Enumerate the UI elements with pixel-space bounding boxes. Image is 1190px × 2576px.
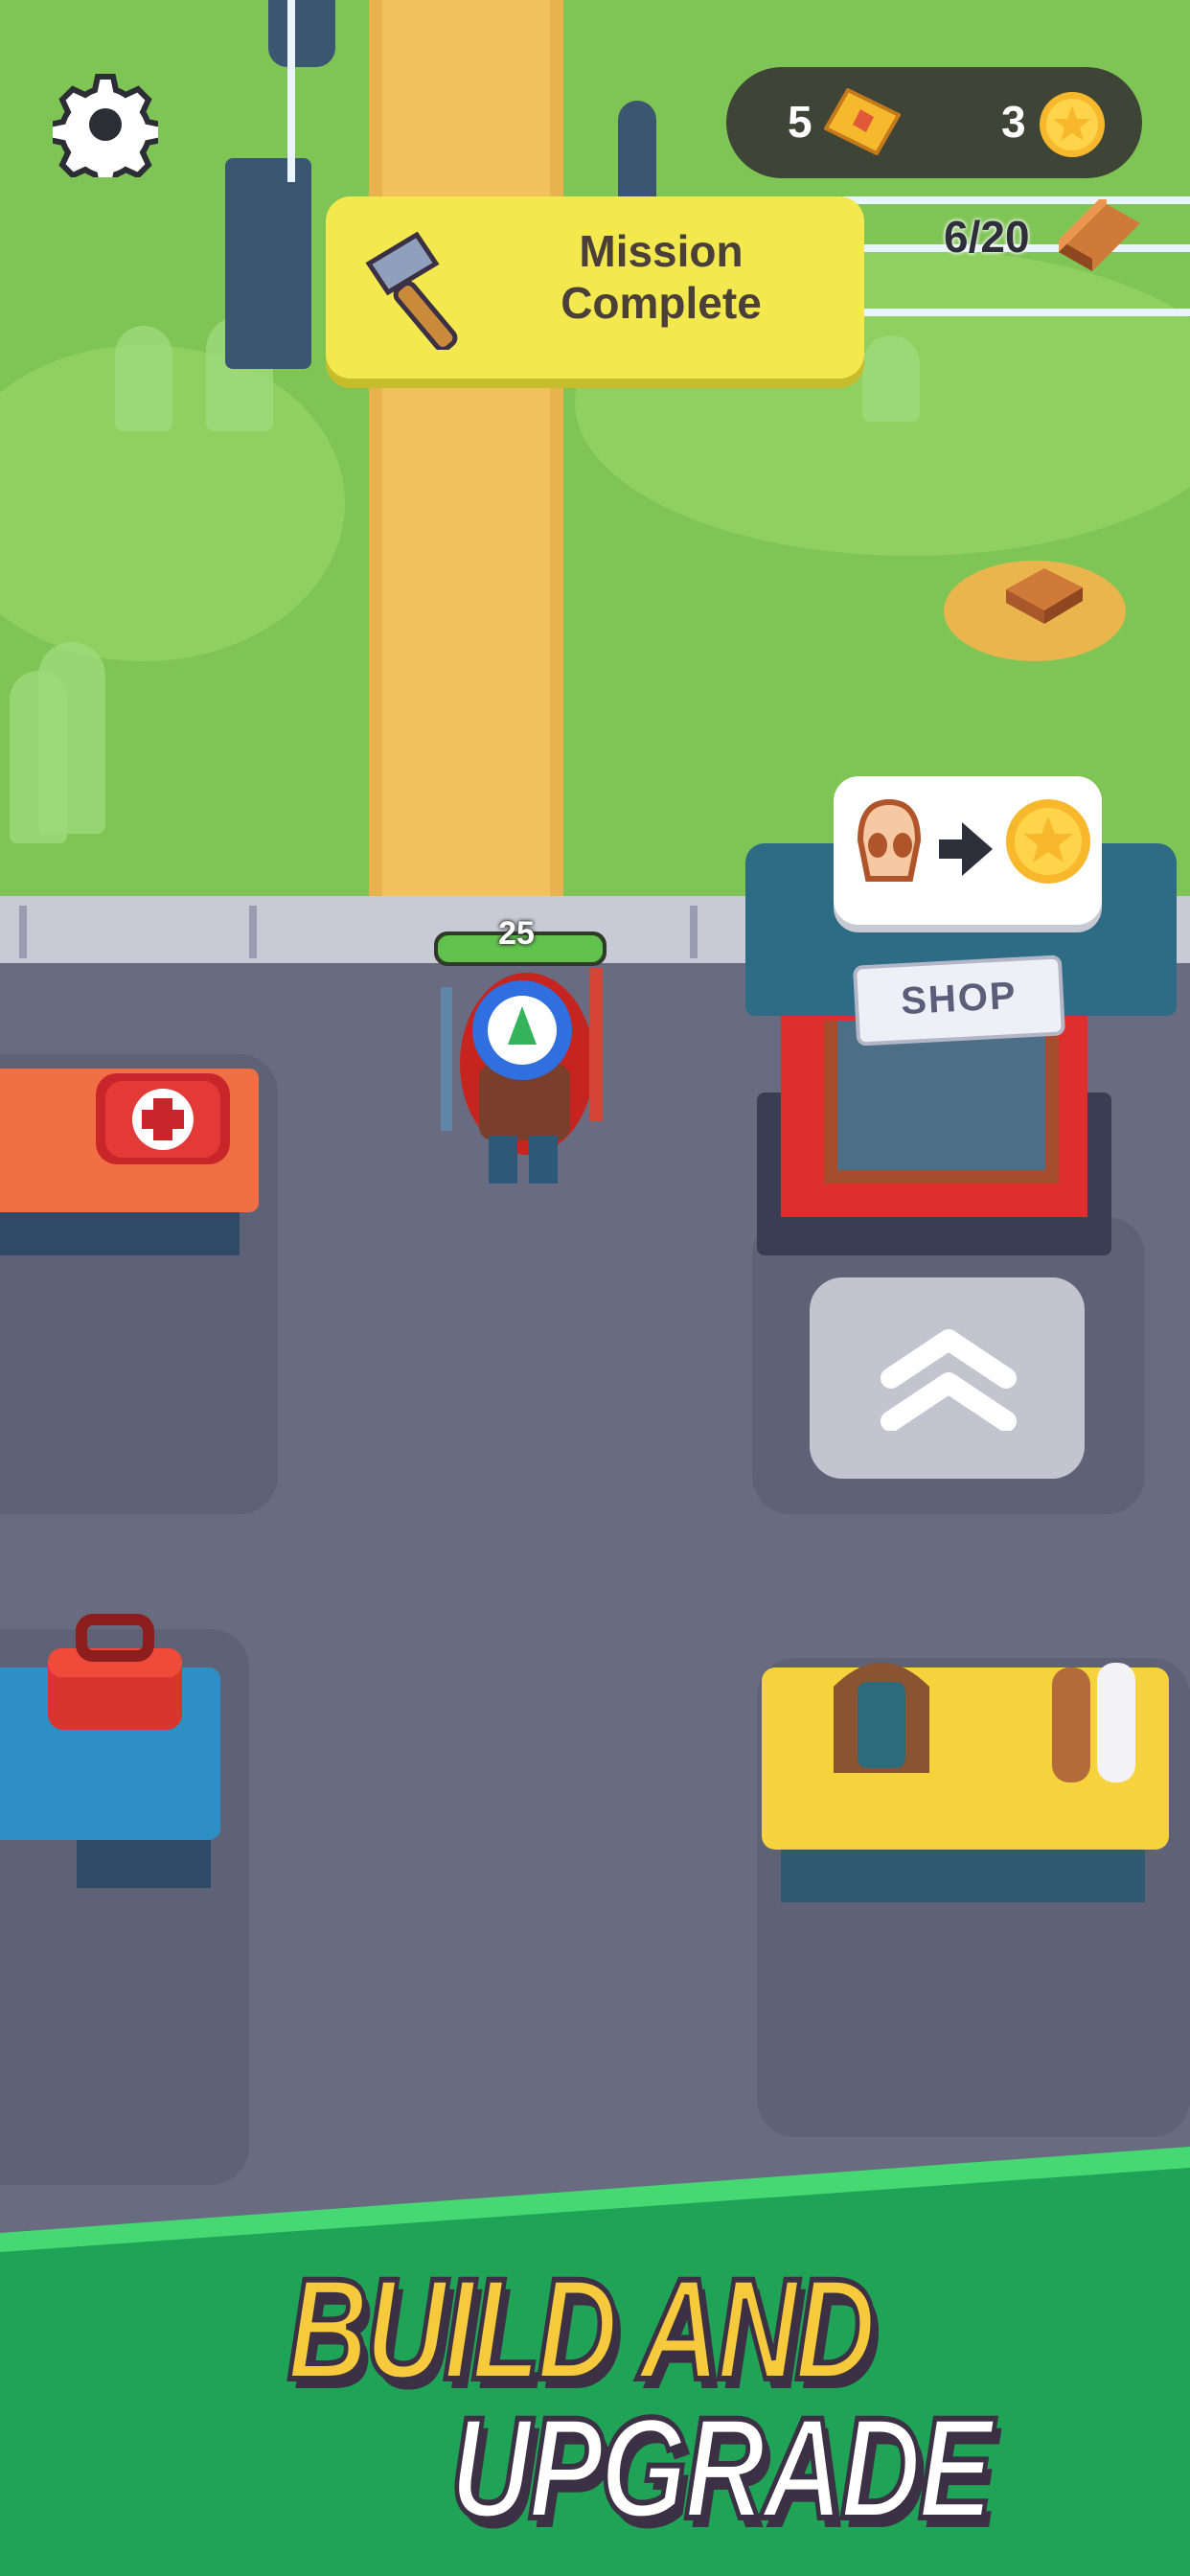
hammer-icon xyxy=(365,231,458,350)
skull-icon xyxy=(857,798,922,882)
tickets-count: 5 xyxy=(788,97,812,147)
coins-count: 3 xyxy=(1001,97,1026,147)
shop-trade-bubble xyxy=(834,776,1102,925)
star-coin-icon xyxy=(1006,799,1090,884)
first-aid-kit-icon xyxy=(96,1073,230,1164)
ticket-icon xyxy=(824,88,901,155)
bush xyxy=(38,642,105,834)
upgrade-pad[interactable] xyxy=(810,1277,1085,1479)
shop-sign-label: SHOP xyxy=(900,974,1018,1024)
shop-window xyxy=(824,1021,1059,1184)
bush xyxy=(862,335,920,422)
fence-rope xyxy=(287,0,295,182)
promo-headline-line2: UPGRADE xyxy=(448,2387,995,2548)
player-health-value: 25 xyxy=(498,915,535,952)
curb-seam xyxy=(19,906,27,958)
fence-post xyxy=(225,158,311,369)
mission-complete-banner: Mission Complete xyxy=(326,196,864,379)
brick-pickup-icon[interactable] xyxy=(1001,561,1087,628)
gear-icon xyxy=(47,74,164,191)
medic-table-base xyxy=(0,1212,240,1255)
mission-complete-text: Mission Complete xyxy=(561,226,762,328)
settings-button[interactable] xyxy=(47,72,164,191)
toolbox-table-base xyxy=(77,1840,211,1888)
backpack-icon xyxy=(834,1663,929,1773)
toolbox-icon xyxy=(48,1614,182,1730)
arrow-right-icon xyxy=(939,822,993,876)
dirt-path xyxy=(369,0,563,901)
fence-post xyxy=(268,0,335,67)
rolled-fabric-icon xyxy=(1052,1663,1135,1782)
curb-seam xyxy=(690,906,698,958)
brick-icon xyxy=(1059,199,1140,271)
player-character[interactable] xyxy=(422,949,623,1198)
bricks-progress: 6/20 xyxy=(944,212,1030,262)
crafting-table-base xyxy=(781,1850,1145,1902)
shop-sign: SHOP xyxy=(852,954,1066,1046)
bush xyxy=(115,326,172,431)
star-coin-icon xyxy=(1040,92,1105,157)
fence-rope xyxy=(843,309,1190,316)
promo-headline-line1: BUILD AND xyxy=(286,2248,879,2409)
double-chevron-up-icon xyxy=(881,1329,1017,1431)
curb-seam xyxy=(249,906,257,958)
